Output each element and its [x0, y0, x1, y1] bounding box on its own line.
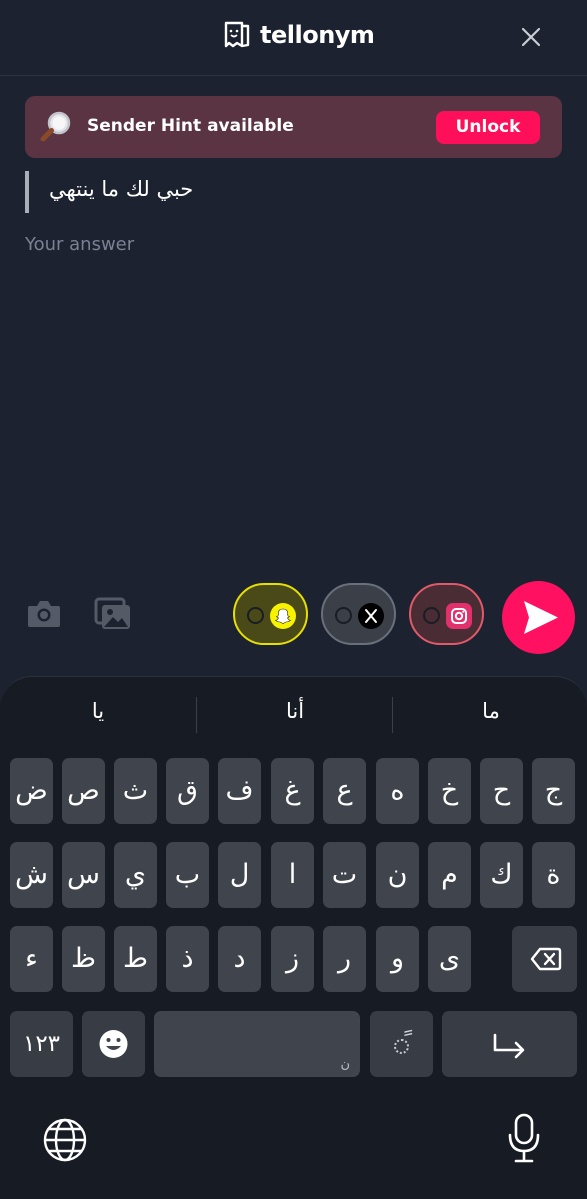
- backspace-key[interactable]: [512, 926, 577, 992]
- key[interactable]: غ: [271, 758, 314, 824]
- key[interactable]: ل: [218, 842, 261, 908]
- sender-hint-banner: Sender Hint available Unlock: [25, 96, 562, 158]
- unlock-button[interactable]: Unlock: [436, 111, 540, 144]
- key[interactable]: ز: [271, 926, 314, 992]
- key[interactable]: ق: [166, 758, 209, 824]
- suggestion-item[interactable]: ما: [393, 699, 587, 733]
- return-icon: [493, 1033, 525, 1059]
- key[interactable]: ب: [166, 842, 209, 908]
- key[interactable]: و: [376, 926, 419, 992]
- globe-icon[interactable]: [40, 1115, 90, 1165]
- key[interactable]: س: [62, 842, 105, 908]
- x-icon: [358, 603, 384, 629]
- key[interactable]: ى: [428, 926, 471, 992]
- key[interactable]: ت: [323, 842, 366, 908]
- magnifier-icon: [40, 111, 71, 142]
- emoji-icon: [99, 1030, 128, 1058]
- space-bar[interactable]: ن: [154, 1011, 360, 1077]
- key[interactable]: ف: [218, 758, 261, 824]
- microphone-icon[interactable]: [504, 1111, 544, 1165]
- suggestion-item[interactable]: يا: [0, 699, 196, 733]
- key[interactable]: ج: [532, 758, 575, 824]
- send-icon: [524, 601, 558, 634]
- key[interactable]: ء: [10, 926, 53, 992]
- key[interactable]: ي: [114, 842, 157, 908]
- key[interactable]: ط: [114, 926, 157, 992]
- space-hint: ن: [340, 1057, 350, 1072]
- key[interactable]: ث: [114, 758, 157, 824]
- gallery-icon[interactable]: [93, 596, 133, 632]
- close-icon: [521, 27, 541, 47]
- key[interactable]: خ: [428, 758, 471, 824]
- toggle-off-indicator: [423, 607, 440, 624]
- keyboard: يا أنا ما ض ص ث ق ف غ ع ه خ ح ج ش س ي ب …: [0, 676, 587, 1199]
- camera-icon[interactable]: [24, 596, 64, 632]
- toggle-off-indicator: [335, 607, 352, 624]
- tellonym-logo-icon: [224, 21, 250, 48]
- emoji-key[interactable]: [82, 1011, 145, 1077]
- answer-input[interactable]: Your answer: [25, 234, 134, 255]
- suggestion-item[interactable]: أنا: [197, 699, 393, 733]
- key[interactable]: ض: [10, 758, 53, 824]
- toggle-off-indicator: [247, 607, 264, 624]
- key[interactable]: ه: [376, 758, 419, 824]
- app-logo: tellonym: [222, 20, 375, 50]
- close-button[interactable]: [516, 22, 546, 52]
- key[interactable]: ش: [10, 842, 53, 908]
- numbers-key[interactable]: ١٢٣: [10, 1011, 73, 1077]
- key[interactable]: م: [428, 842, 471, 908]
- app-header: tellonym: [0, 0, 587, 76]
- diacritic-key[interactable]: ً: [370, 1011, 433, 1077]
- snapchat-share-toggle[interactable]: [233, 583, 308, 645]
- key[interactable]: ذ: [166, 926, 209, 992]
- question-block: حبي لك ما ينتهي: [25, 171, 193, 213]
- snapchat-icon: [270, 603, 296, 629]
- instagram-share-toggle[interactable]: [409, 583, 484, 645]
- key[interactable]: ا: [271, 842, 314, 908]
- key[interactable]: ك: [480, 842, 523, 908]
- key[interactable]: ع: [323, 758, 366, 824]
- dotted-circle-icon: [394, 1039, 409, 1054]
- key[interactable]: ح: [480, 758, 523, 824]
- instagram-icon: [446, 603, 472, 629]
- send-button[interactable]: [502, 581, 575, 654]
- backspace-icon: [530, 947, 562, 971]
- key[interactable]: ة: [532, 842, 575, 908]
- return-key[interactable]: [442, 1011, 577, 1077]
- sender-hint-text: Sender Hint available: [87, 116, 294, 136]
- key[interactable]: ر: [323, 926, 366, 992]
- question-text: حبي لك ما ينتهي: [49, 177, 194, 201]
- logo-text: tellonym: [260, 21, 375, 49]
- key[interactable]: ن: [376, 842, 419, 908]
- key[interactable]: ظ: [62, 926, 105, 992]
- x-share-toggle[interactable]: [321, 583, 396, 645]
- key[interactable]: ص: [62, 758, 105, 824]
- key[interactable]: د: [218, 926, 261, 992]
